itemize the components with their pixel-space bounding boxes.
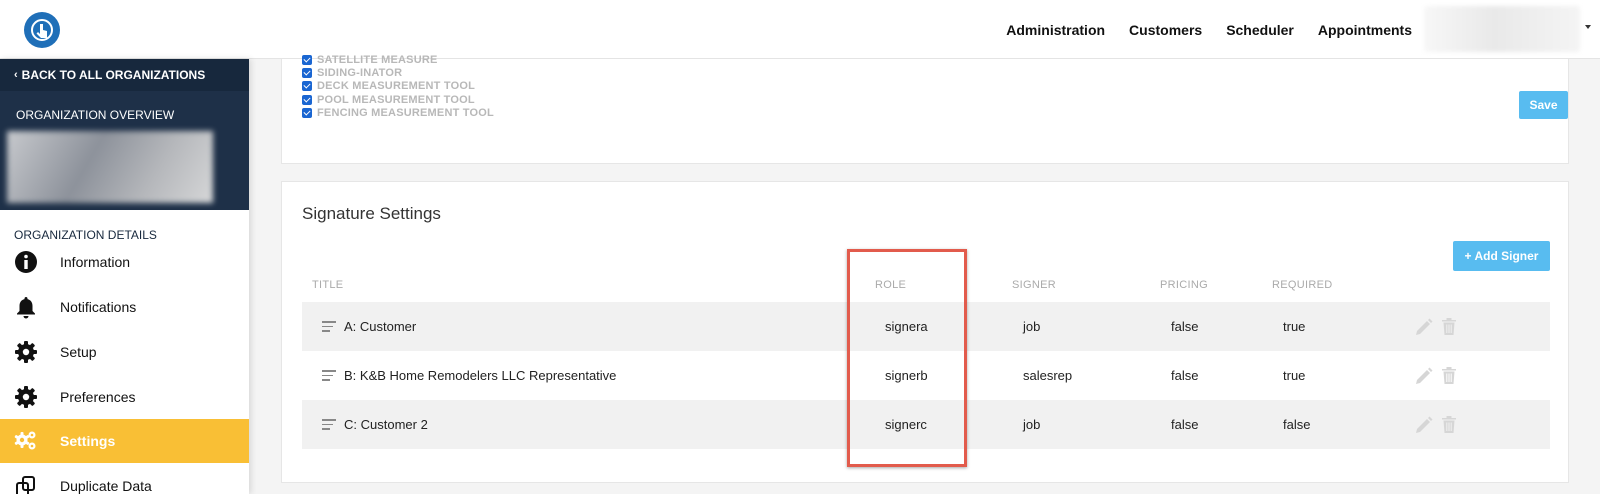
nav-appointments[interactable]: Appointments (1318, 22, 1412, 38)
delete-icon[interactable] (1440, 365, 1458, 385)
card-title: Signature Settings (302, 204, 441, 223)
edit-icon[interactable] (1415, 316, 1433, 336)
sidebar-item-label: Duplicate Data (60, 478, 152, 494)
cell-title: A: Customer (344, 319, 417, 334)
sidebar: ‹ BACK TO ALL ORGANIZATIONS ORGANIZATION… (0, 59, 249, 494)
cell-signer: salesrep (1023, 368, 1073, 383)
edit-icon[interactable] (1415, 365, 1433, 385)
organization-logo-image (7, 131, 213, 203)
sidebar-item-label: Settings (60, 433, 116, 449)
top-nav: Administration Customers Scheduler Appoi… (1006, 0, 1412, 59)
table-row[interactable]: A: Customer signera job false true (302, 302, 1550, 351)
checkbox[interactable] (302, 108, 312, 118)
tool-option[interactable]: SATELLITE MEASURE (302, 54, 438, 66)
user-menu[interactable] (1424, 6, 1580, 52)
back-to-organizations-link[interactable]: ‹ BACK TO ALL ORGANIZATIONS (0, 59, 249, 91)
duplicate-icon (16, 476, 35, 494)
column-header-title: TITLE (312, 279, 344, 291)
cell-title: B: K&B Home Remodelers LLC Representativ… (344, 368, 617, 383)
tool-label: SATELLITE MEASURE (317, 54, 438, 66)
cell-signer: job (1023, 417, 1041, 432)
checkbox[interactable] (302, 81, 312, 91)
save-button[interactable]: Save (1519, 91, 1568, 119)
gears-icon (14, 431, 36, 450)
cell-role: signera (885, 319, 928, 334)
tool-label: DECK MEASUREMENT TOOL (317, 80, 476, 92)
delete-icon[interactable] (1440, 316, 1458, 336)
column-header-required: REQUIRED (1272, 279, 1333, 291)
info-icon (15, 251, 37, 273)
edit-icon[interactable] (1415, 414, 1433, 434)
add-signer-button[interactable]: + Add Signer (1453, 241, 1550, 271)
back-label: BACK TO ALL ORGANIZATIONS (21, 68, 206, 82)
drag-handle-icon[interactable] (322, 321, 336, 332)
tool-label: POOL MEASUREMENT TOOL (317, 94, 475, 106)
bell-icon (17, 297, 35, 319)
nav-scheduler[interactable]: Scheduler (1226, 22, 1294, 38)
column-header-signer: SIGNER (1012, 279, 1056, 291)
drag-handle-icon[interactable] (322, 419, 336, 430)
column-header-pricing: PRICING (1160, 279, 1208, 291)
checkbox[interactable] (302, 68, 312, 78)
organization-overview: ORGANIZATION OVERVIEW (0, 91, 249, 210)
cell-role: signerc (885, 417, 927, 432)
checkbox[interactable] (302, 95, 312, 105)
sidebar-item-duplicate-data[interactable]: Duplicate Data (0, 464, 249, 494)
column-header-role: ROLE (875, 279, 907, 291)
sidebar-item-notifications[interactable]: Notifications (0, 285, 249, 329)
sidebar-item-label: Notifications (60, 299, 137, 315)
tools-card: SATELLITE MEASURE SIDING-INATOR DECK MEA… (281, 54, 1569, 164)
nav-customers[interactable]: Customers (1129, 22, 1202, 38)
gear-icon (15, 341, 37, 363)
signature-settings-card: Signature Settings + Add Signer TITLE RO… (281, 181, 1569, 483)
sidebar-item-preferences[interactable]: Preferences (0, 375, 249, 419)
cell-pricing: false (1171, 417, 1199, 432)
sidebar-item-settings[interactable]: Settings (0, 419, 249, 463)
gear-icon (15, 386, 37, 408)
cell-signer: job (1023, 319, 1041, 334)
tool-option[interactable]: SIDING-INATOR (302, 67, 402, 79)
tool-label: SIDING-INATOR (317, 67, 403, 79)
tool-option[interactable]: DECK MEASUREMENT TOOL (302, 80, 475, 92)
cell-required: true (1283, 368, 1306, 383)
cell-required: false (1283, 417, 1311, 432)
overview-label: ORGANIZATION OVERVIEW (16, 108, 175, 122)
table-row[interactable]: C: Customer 2 signerc job false false (302, 400, 1550, 449)
sidebar-item-label: Information (60, 254, 131, 270)
chevron-left-icon: ‹ (14, 69, 18, 81)
table-row[interactable]: B: K&B Home Remodelers LLC Representativ… (302, 351, 1550, 400)
sidebar-item-label: Setup (60, 344, 97, 360)
cell-pricing: false (1171, 319, 1199, 334)
caret-down-icon[interactable] (1585, 25, 1591, 29)
cell-role: signerb (885, 368, 928, 383)
cell-title: C: Customer 2 (344, 417, 428, 432)
cell-pricing: false (1171, 368, 1199, 383)
sidebar-item-setup[interactable]: Setup (0, 330, 249, 374)
sidebar-item-label: Preferences (60, 389, 136, 405)
tool-option[interactable]: FENCING MEASUREMENT TOOL (302, 107, 494, 119)
drag-handle-icon[interactable] (322, 370, 336, 381)
delete-icon[interactable] (1440, 414, 1458, 434)
tool-option[interactable]: POOL MEASUREMENT TOOL (302, 94, 475, 106)
checkbox[interactable] (302, 55, 312, 65)
nav-administration[interactable]: Administration (1006, 22, 1105, 38)
top-bar: Administration Customers Scheduler Appoi… (0, 0, 1600, 59)
cell-required: true (1283, 319, 1306, 334)
sidebar-item-information[interactable]: Information (0, 240, 249, 284)
app-logo-icon[interactable] (24, 12, 60, 48)
tool-label: FENCING MEASUREMENT TOOL (317, 107, 494, 119)
